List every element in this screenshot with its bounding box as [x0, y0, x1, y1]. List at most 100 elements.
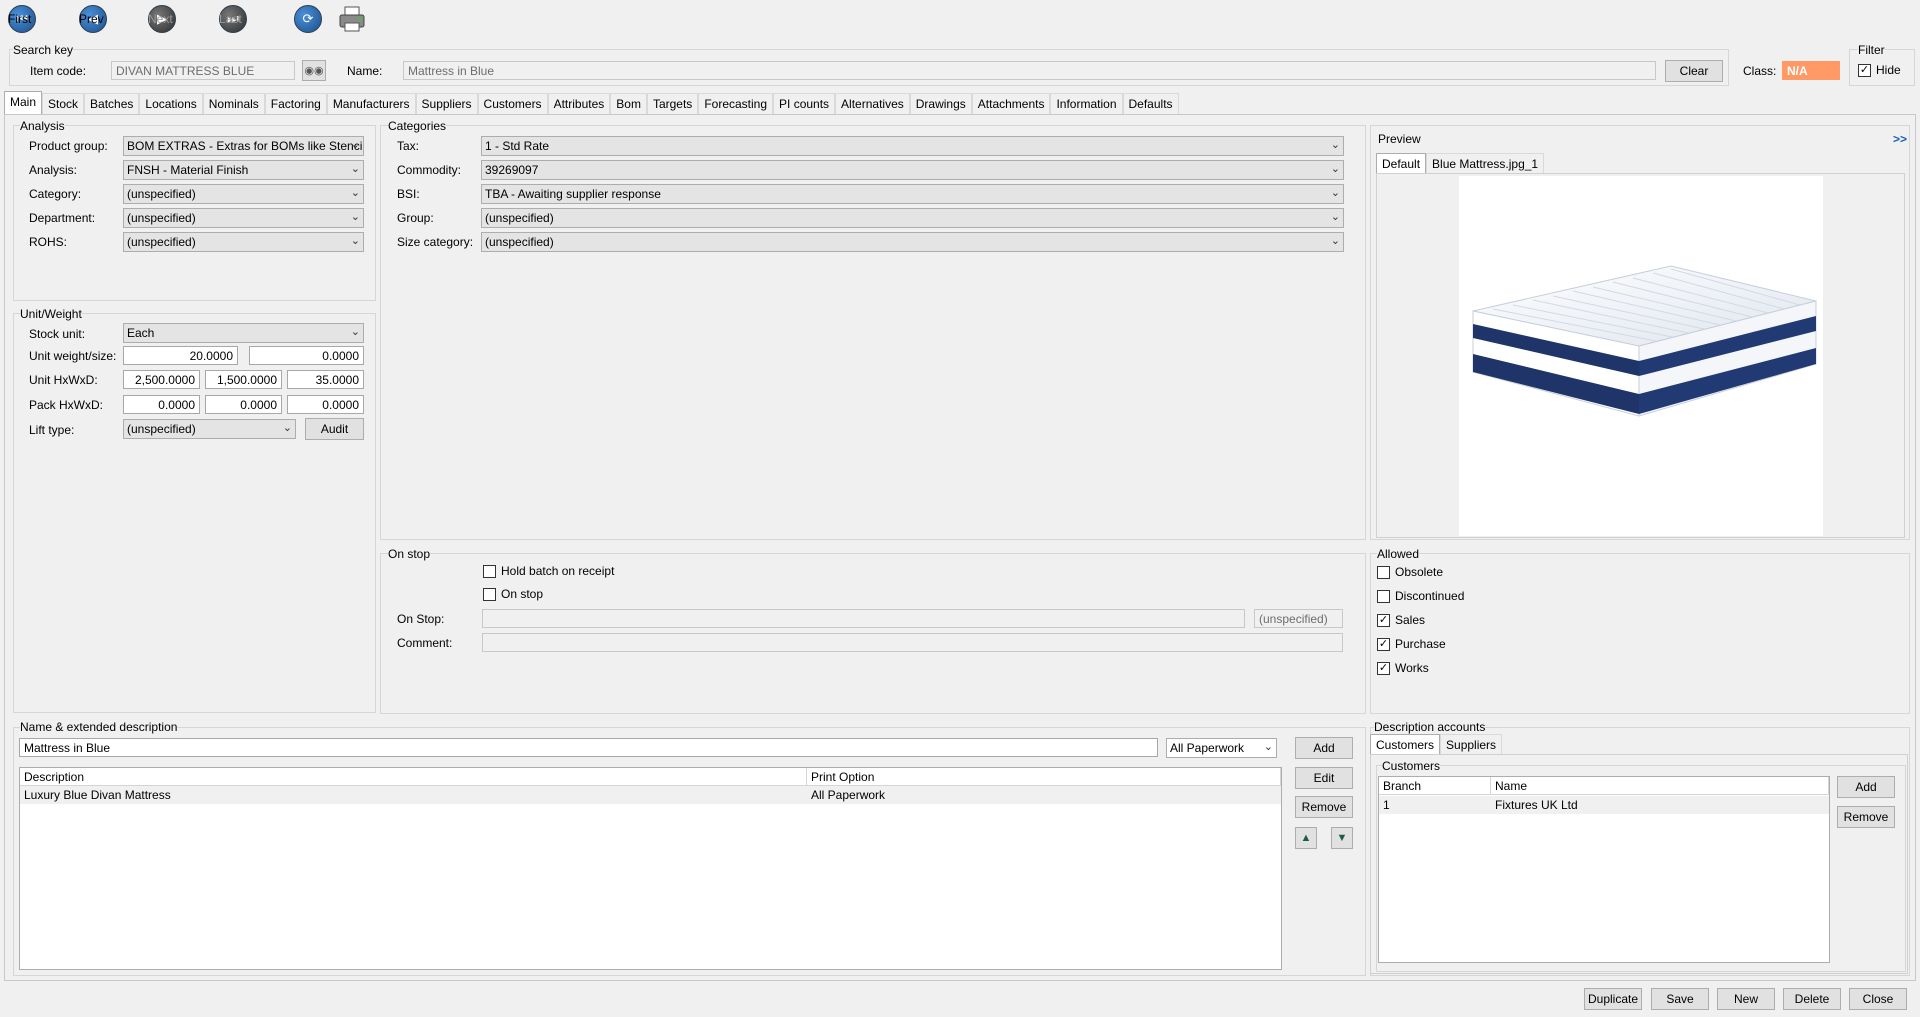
duplicate-button[interactable]: Duplicate: [1584, 988, 1642, 1010]
unit-height-field[interactable]: 2,500.0000: [123, 370, 200, 389]
allowed-purchase-checkbox[interactable]: ✓ Purchase: [1377, 637, 1446, 651]
close-button[interactable]: Close: [1849, 988, 1907, 1010]
customers-list[interactable]: Branch Name 1 Fixtures UK Ltd: [1378, 776, 1830, 963]
category-select-2[interactable]: TBA - Awaiting supplier response ⌄: [481, 184, 1344, 204]
unit-width-field[interactable]: 1,500.0000: [205, 370, 282, 389]
name-column-header[interactable]: Name: [1491, 777, 1829, 795]
preview-expand-button[interactable]: >>: [1893, 132, 1907, 146]
add-customer-button[interactable]: Add: [1837, 776, 1895, 798]
prev-button[interactable]: ◀ Prev: [79, 4, 107, 34]
tab-attributes[interactable]: Attributes: [547, 93, 611, 114]
categories-title: Categories: [388, 119, 447, 133]
chevron-down-icon: ⌄: [1263, 741, 1273, 753]
analysis-select-0[interactable]: BOM EXTRAS - Extras for BOMs like Stenci…: [123, 136, 364, 156]
on-stop-field[interactable]: [482, 609, 1245, 628]
name-desc-input[interactable]: Mattress in Blue: [19, 738, 1158, 757]
tab-manufacturers[interactable]: Manufacturers: [326, 93, 416, 114]
branch-column-header[interactable]: Branch: [1379, 777, 1491, 795]
tab-customers[interactable]: Customers: [477, 93, 548, 114]
comment-field[interactable]: [482, 633, 1343, 652]
pack-width-field[interactable]: 0.0000: [205, 395, 282, 414]
stock-unit-select[interactable]: Each ⌄: [123, 323, 364, 343]
tab-bom[interactable]: Bom: [610, 93, 647, 114]
hide-checkbox[interactable]: ✓ Hide: [1858, 63, 1901, 77]
analysis-select-2[interactable]: (unspecified) ⌄: [123, 184, 364, 204]
stock-unit-value: Each: [127, 326, 155, 340]
remove-description-button[interactable]: Remove: [1295, 796, 1353, 818]
refresh-button[interactable]: ⟳: [294, 4, 322, 34]
first-button[interactable]: ⏮ First: [8, 4, 36, 34]
tab-nominals[interactable]: Nominals: [202, 93, 265, 114]
allowed-discontinued-checkbox[interactable]: Discontinued: [1377, 589, 1464, 603]
allowed-label-1: Discontinued: [1395, 589, 1465, 603]
print-button[interactable]: [337, 4, 367, 34]
category-select-0[interactable]: 1 - Std Rate ⌄: [481, 136, 1344, 156]
next-button[interactable]: ▶ Next: [148, 4, 176, 34]
pack-depth-field[interactable]: 0.0000: [287, 395, 364, 414]
allowed-obsolete-checkbox[interactable]: Obsolete: [1377, 565, 1443, 579]
unit-size-field[interactable]: 0.0000: [249, 346, 364, 365]
unit-weight-field[interactable]: 20.0000: [123, 346, 238, 365]
unit-depth-field[interactable]: 35.0000: [287, 370, 364, 389]
unit-hxwxd-label: Unit HxWxD:: [29, 373, 98, 387]
table-row-print-option[interactable]: All Paperwork: [807, 786, 1281, 804]
tab-factoring[interactable]: Factoring: [264, 93, 327, 114]
lift-type-select[interactable]: (unspecified) ⌄: [123, 419, 296, 439]
tab-locations[interactable]: Locations: [139, 93, 203, 114]
tab-batches[interactable]: Batches: [84, 93, 140, 114]
category-label-0: Tax:: [397, 139, 420, 153]
move-down-button[interactable]: ▼: [1331, 827, 1353, 849]
tab-pi-counts[interactable]: PI counts: [773, 93, 836, 114]
description-column-header[interactable]: Description: [20, 768, 807, 786]
analysis-label-2: Category:: [29, 187, 82, 201]
last-button[interactable]: ⏭ Last: [219, 4, 247, 34]
analysis-select-3[interactable]: (unspecified) ⌄: [123, 208, 364, 228]
preview-tab-default[interactable]: Default: [1376, 153, 1427, 174]
print-option-column-header[interactable]: Print Option: [807, 768, 1281, 786]
tab-forecasting[interactable]: Forecasting: [698, 93, 774, 114]
tab-customers[interactable]: Customers: [1370, 734, 1441, 755]
analysis-select-4[interactable]: (unspecified) ⌄: [123, 232, 364, 252]
on-stop-reason-select[interactable]: (unspecified): [1254, 609, 1343, 628]
analysis-select-1[interactable]: FNSH - Material Finish ⌄: [123, 160, 364, 180]
tab-suppliers[interactable]: Suppliers: [415, 93, 478, 114]
clear-button[interactable]: Clear: [1665, 60, 1723, 82]
search-button[interactable]: ◉◉: [302, 60, 326, 81]
paperwork-select[interactable]: All Paperwork ⌄: [1166, 738, 1277, 758]
table-row-description[interactable]: Luxury Blue Divan Mattress: [20, 786, 807, 804]
category-select-1[interactable]: 39269097 ⌄: [481, 160, 1344, 180]
table-row-name[interactable]: Fixtures UK Ltd: [1491, 796, 1829, 814]
allowed-sales-checkbox[interactable]: ✓ Sales: [1377, 613, 1425, 627]
tab-alternatives[interactable]: Alternatives: [835, 93, 910, 114]
analysis-label-4: ROHS:: [29, 235, 68, 249]
save-button[interactable]: Save: [1651, 988, 1709, 1010]
description-list[interactable]: Description Print Option Luxury Blue Div…: [19, 767, 1282, 970]
tab-stock[interactable]: Stock: [42, 93, 85, 114]
chevron-down-icon: ⌄: [1330, 235, 1340, 247]
category-select-3[interactable]: (unspecified) ⌄: [481, 208, 1344, 228]
remove-customer-button[interactable]: Remove: [1837, 806, 1895, 828]
delete-button[interactable]: Delete: [1783, 988, 1841, 1010]
table-row-branch[interactable]: 1: [1379, 796, 1491, 814]
tab-targets[interactable]: Targets: [646, 93, 699, 114]
tab-defaults[interactable]: Defaults: [1122, 93, 1179, 114]
new-button[interactable]: New: [1717, 988, 1775, 1010]
pack-height-field[interactable]: 0.0000: [123, 395, 200, 414]
move-up-button[interactable]: ▲: [1295, 827, 1317, 849]
tab-attachments[interactable]: Attachments: [971, 93, 1051, 114]
tab-suppliers[interactable]: Suppliers: [1440, 734, 1503, 755]
on-stop-checkbox[interactable]: On stop: [483, 587, 543, 601]
category-select-4[interactable]: (unspecified) ⌄: [481, 232, 1344, 252]
edit-description-button[interactable]: Edit: [1295, 767, 1353, 789]
preview-tab-file[interactable]: Blue Mattress.jpg_1: [1426, 153, 1545, 174]
add-description-button[interactable]: Add: [1295, 737, 1353, 759]
check-icon: ✓: [1377, 613, 1390, 627]
tab-main[interactable]: Main: [4, 91, 43, 114]
allowed-works-checkbox[interactable]: ✓ Works: [1377, 661, 1429, 675]
tab-information[interactable]: Information: [1050, 93, 1123, 114]
audit-button[interactable]: Audit: [305, 418, 364, 440]
item-code-field[interactable]: DIVAN MATTRESS BLUE: [111, 61, 295, 80]
tab-drawings[interactable]: Drawings: [909, 93, 972, 114]
name-field[interactable]: Mattress in Blue: [403, 61, 1656, 80]
hold-batch-checkbox[interactable]: Hold batch on receipt: [483, 564, 614, 578]
